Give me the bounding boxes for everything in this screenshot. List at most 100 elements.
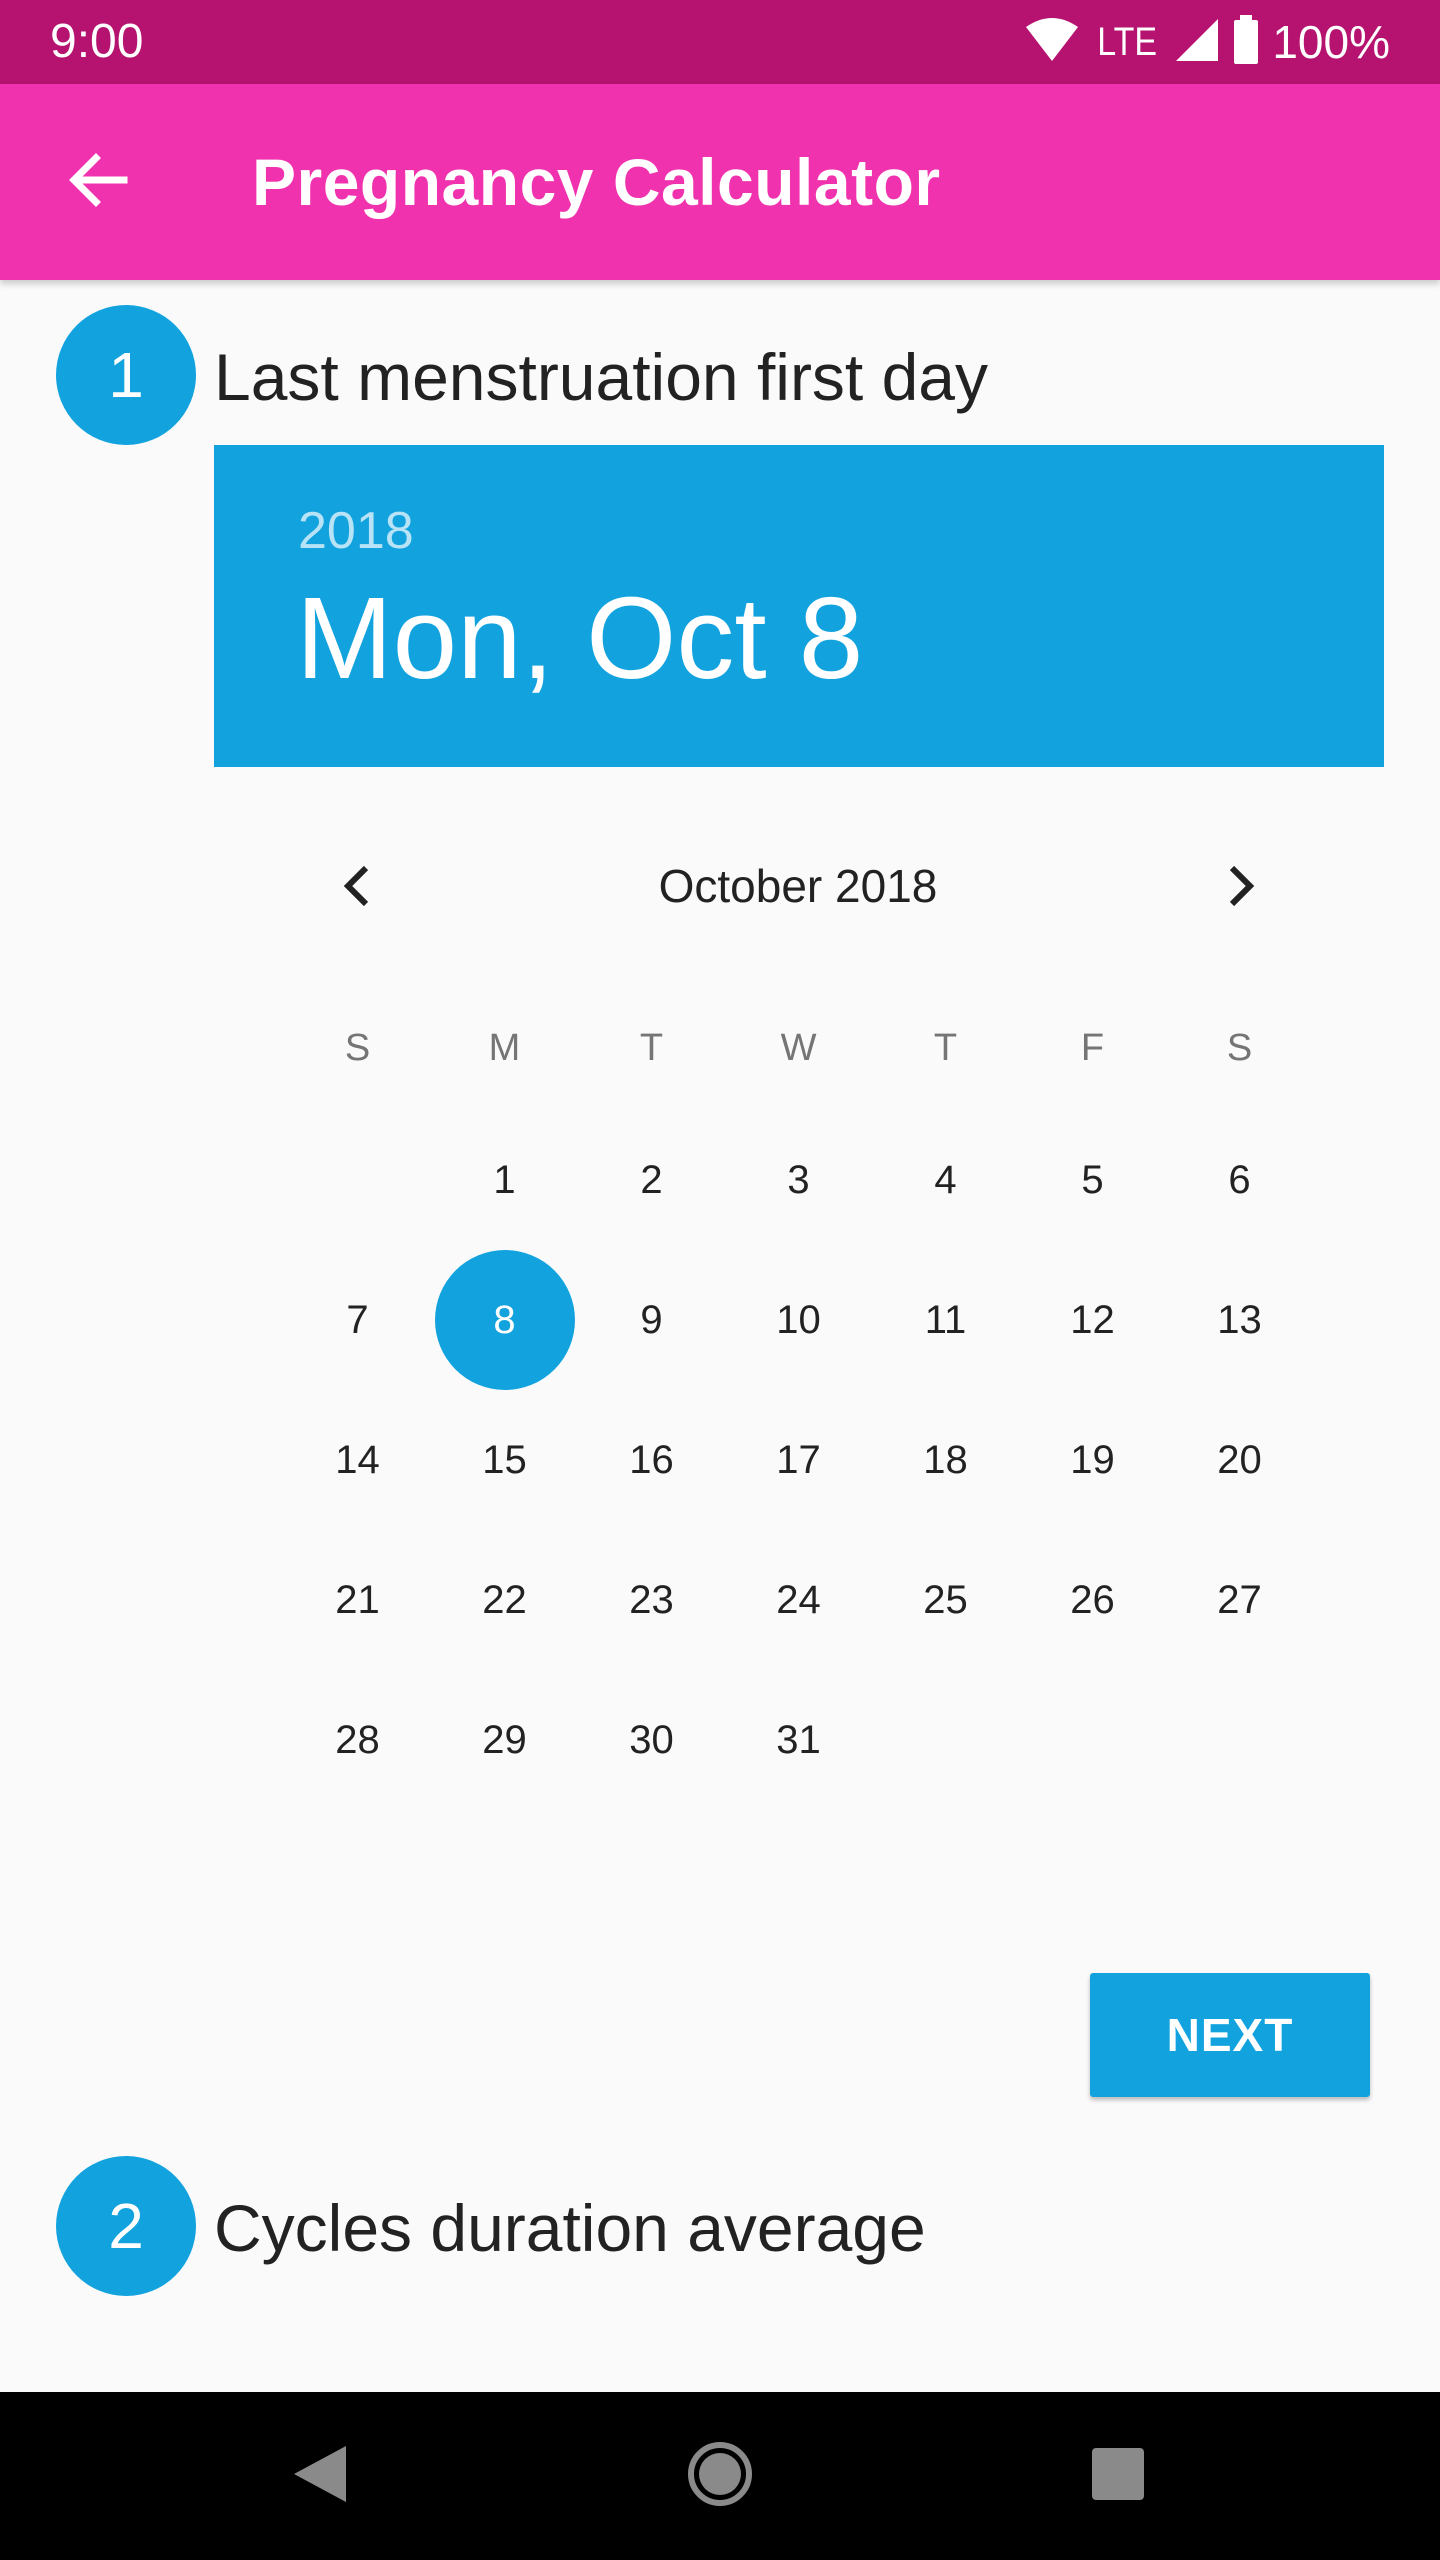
day-number: 16	[629, 1437, 674, 1482]
calendar-day[interactable]: 15	[431, 1390, 578, 1530]
day-number: 6	[1228, 1157, 1251, 1202]
weekday-label: S	[344, 1027, 371, 1069]
calendar-week-row: 14 15 16 17 18 19 20	[284, 1390, 1313, 1530]
date-picker-header: 2018 Mon, Oct 8	[214, 445, 1384, 767]
calendar-day[interactable]: 10	[725, 1250, 872, 1390]
calendar-day[interactable]: 31	[725, 1670, 872, 1810]
wifi-icon	[1024, 17, 1080, 68]
day-number: 18	[923, 1437, 968, 1482]
calendar-day[interactable]: 27	[1166, 1530, 1313, 1670]
step-1-badge: 1	[56, 305, 196, 445]
calendar-day[interactable]: 26	[1019, 1530, 1166, 1670]
status-icons: LTE 100%	[1024, 14, 1390, 70]
calendar-day[interactable]: 5	[1019, 1110, 1166, 1250]
chevron-right-icon	[1220, 862, 1260, 915]
day-number: 21	[335, 1577, 380, 1622]
calendar-day[interactable]: 21	[284, 1530, 431, 1670]
day-number: 14	[335, 1437, 380, 1482]
weekday-header: S M T W T F S	[284, 1020, 1316, 1076]
calendar-day[interactable]: 28	[284, 1670, 431, 1810]
calendar-day[interactable]: 1	[431, 1110, 578, 1250]
calendar-day[interactable]: 25	[872, 1530, 1019, 1670]
day-number: 11	[924, 1297, 967, 1342]
nav-recents-button[interactable]	[1068, 2426, 1168, 2526]
calendar-day-grid: 1 2 3 4 5 6 7 8 9 10 11 12 13 14 15 16 17 18 19 20 21 22 23 24 2…	[284, 1110, 1313, 1810]
day-number: 1	[493, 1157, 516, 1202]
signal-icon	[1174, 17, 1220, 68]
calendar-empty-cell	[872, 1670, 1019, 1810]
calendar-day[interactable]: 3	[725, 1110, 872, 1250]
calendar-day[interactable]: 9	[578, 1250, 725, 1390]
calendar-week-row: 28 29 30 31	[284, 1670, 1313, 1810]
day-number: 23	[629, 1577, 674, 1622]
step-2-title[interactable]: Cycles duration average	[214, 2188, 926, 2268]
day-number: 3	[787, 1157, 810, 1202]
weekday-label: M	[488, 1027, 521, 1069]
day-number: 20	[1217, 1437, 1262, 1482]
arrow-left-icon	[66, 148, 130, 217]
back-button[interactable]	[48, 132, 148, 232]
nav-home-button[interactable]	[670, 2426, 770, 2526]
calendar-empty-cell	[284, 1110, 431, 1250]
calendar-day[interactable]: 22	[431, 1530, 578, 1670]
step-2-badge: 2	[56, 2156, 196, 2296]
calendar-empty-cell	[1166, 1670, 1313, 1810]
calendar-day[interactable]: 2	[578, 1110, 725, 1250]
calendar-day-selected[interactable]: 8	[431, 1250, 578, 1390]
circle-home-icon	[686, 2440, 754, 2513]
day-number: 17	[776, 1437, 821, 1482]
calendar-day[interactable]: 16	[578, 1390, 725, 1530]
calendar-day[interactable]: 7	[284, 1250, 431, 1390]
day-number: 2	[640, 1157, 663, 1202]
day-number: 30	[629, 1717, 674, 1762]
next-month-button[interactable]	[1190, 838, 1290, 938]
calendar-week-row: 7 8 9 10 11 12 13	[284, 1250, 1313, 1390]
calendar-day[interactable]: 23	[578, 1530, 725, 1670]
day-number: 8	[493, 1297, 516, 1342]
battery-icon	[1232, 14, 1260, 70]
day-number: 12	[1070, 1297, 1115, 1342]
calendar-day[interactable]: 18	[872, 1390, 1019, 1530]
square-recents-icon	[1090, 2446, 1146, 2507]
calendar-day[interactable]: 29	[431, 1670, 578, 1810]
system-navigation-bar	[0, 2392, 1440, 2560]
day-number: 22	[482, 1577, 527, 1622]
previous-month-button[interactable]	[308, 838, 408, 938]
day-number: 26	[1070, 1577, 1115, 1622]
day-number: 5	[1081, 1157, 1104, 1202]
status-time: 9:00	[50, 15, 144, 68]
weekday-label: F	[1080, 1027, 1105, 1069]
nav-back-button[interactable]	[270, 2426, 370, 2526]
calendar-day[interactable]: 11	[872, 1250, 1019, 1390]
day-number: 27	[1217, 1577, 1262, 1622]
day-number: 9	[640, 1297, 663, 1342]
calendar-empty-cell	[1019, 1670, 1166, 1810]
day-number: 7	[346, 1297, 369, 1342]
day-number: 28	[335, 1717, 380, 1762]
calendar-day[interactable]: 24	[725, 1530, 872, 1670]
calendar-week-row: 1 2 3 4 5 6	[284, 1110, 1313, 1250]
calendar-day[interactable]: 30	[578, 1670, 725, 1810]
calendar-day[interactable]: 13	[1166, 1250, 1313, 1390]
day-number: 4	[934, 1157, 957, 1202]
step-1-title: Last menstruation first day	[214, 340, 989, 414]
month-label: October 2018	[658, 860, 938, 912]
weekday-label: W	[780, 1027, 817, 1069]
status-bar: 9:00 LTE 100%	[0, 0, 1440, 84]
selected-date: Mon, Oct 8	[296, 573, 864, 703]
weekday-label: T	[933, 1027, 958, 1069]
weekday-label: S	[1226, 1027, 1253, 1069]
calendar-day[interactable]: 14	[284, 1390, 431, 1530]
calendar-day[interactable]: 4	[872, 1110, 1019, 1250]
calendar-day[interactable]: 19	[1019, 1390, 1166, 1530]
day-number: 29	[482, 1717, 527, 1762]
calendar-day[interactable]: 17	[725, 1390, 872, 1530]
next-button[interactable]: NEXT	[1090, 1973, 1370, 2097]
day-number: 25	[923, 1577, 968, 1622]
calendar-day[interactable]: 12	[1019, 1250, 1166, 1390]
day-number: 13	[1217, 1297, 1262, 1342]
calendar-day[interactable]: 6	[1166, 1110, 1313, 1250]
network-type: LTE	[1097, 20, 1158, 64]
selected-year[interactable]: 2018	[298, 501, 414, 561]
calendar-day[interactable]: 20	[1166, 1390, 1313, 1530]
